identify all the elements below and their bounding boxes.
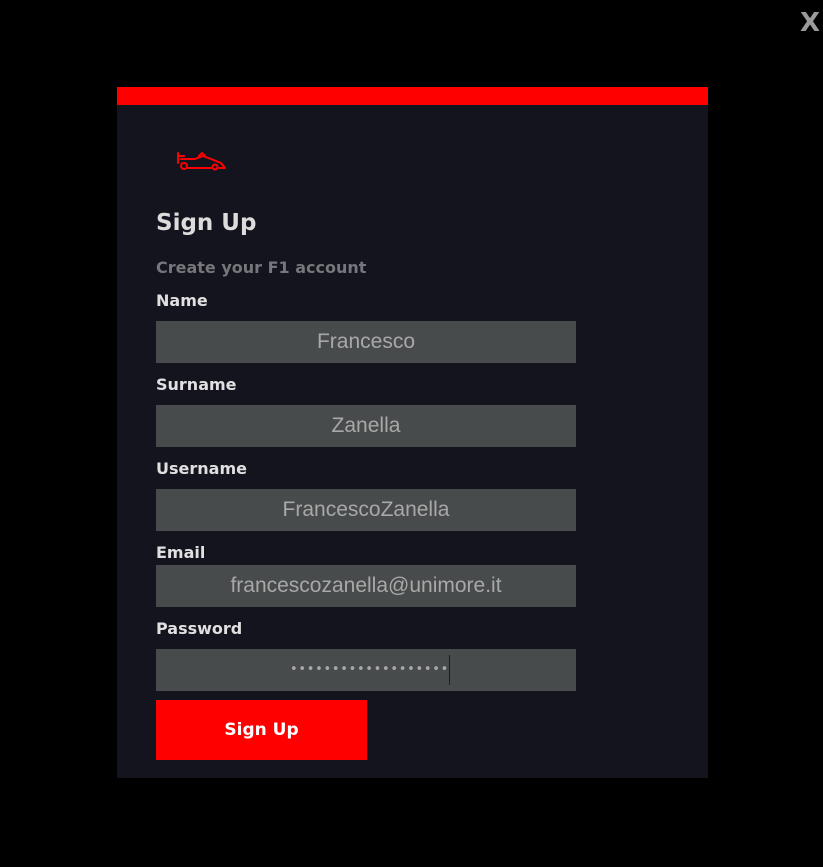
email-label: Email xyxy=(156,543,206,562)
username-field[interactable] xyxy=(156,489,576,531)
username-label: Username xyxy=(156,459,247,478)
page-title: Sign Up xyxy=(156,210,257,236)
password-field[interactable]: ••••••••••••••••••• xyxy=(156,649,576,691)
card-accent-bar xyxy=(117,87,708,105)
sign-up-button[interactable]: Sign Up xyxy=(156,700,367,760)
text-caret xyxy=(449,655,450,685)
name-field[interactable] xyxy=(156,321,576,363)
email-field[interactable] xyxy=(156,565,576,607)
close-button[interactable]: X xyxy=(800,7,822,39)
name-label: Name xyxy=(156,291,208,310)
page-subtitle: Create your F1 account xyxy=(156,258,367,277)
f1-car-icon xyxy=(177,152,226,171)
password-label: Password xyxy=(156,619,243,638)
password-masked-value: ••••••••••••••••••• xyxy=(290,662,449,677)
surname-label: Surname xyxy=(156,375,237,394)
signup-card: Sign Up Create your F1 account Name Surn… xyxy=(117,87,708,778)
surname-field[interactable] xyxy=(156,405,576,447)
